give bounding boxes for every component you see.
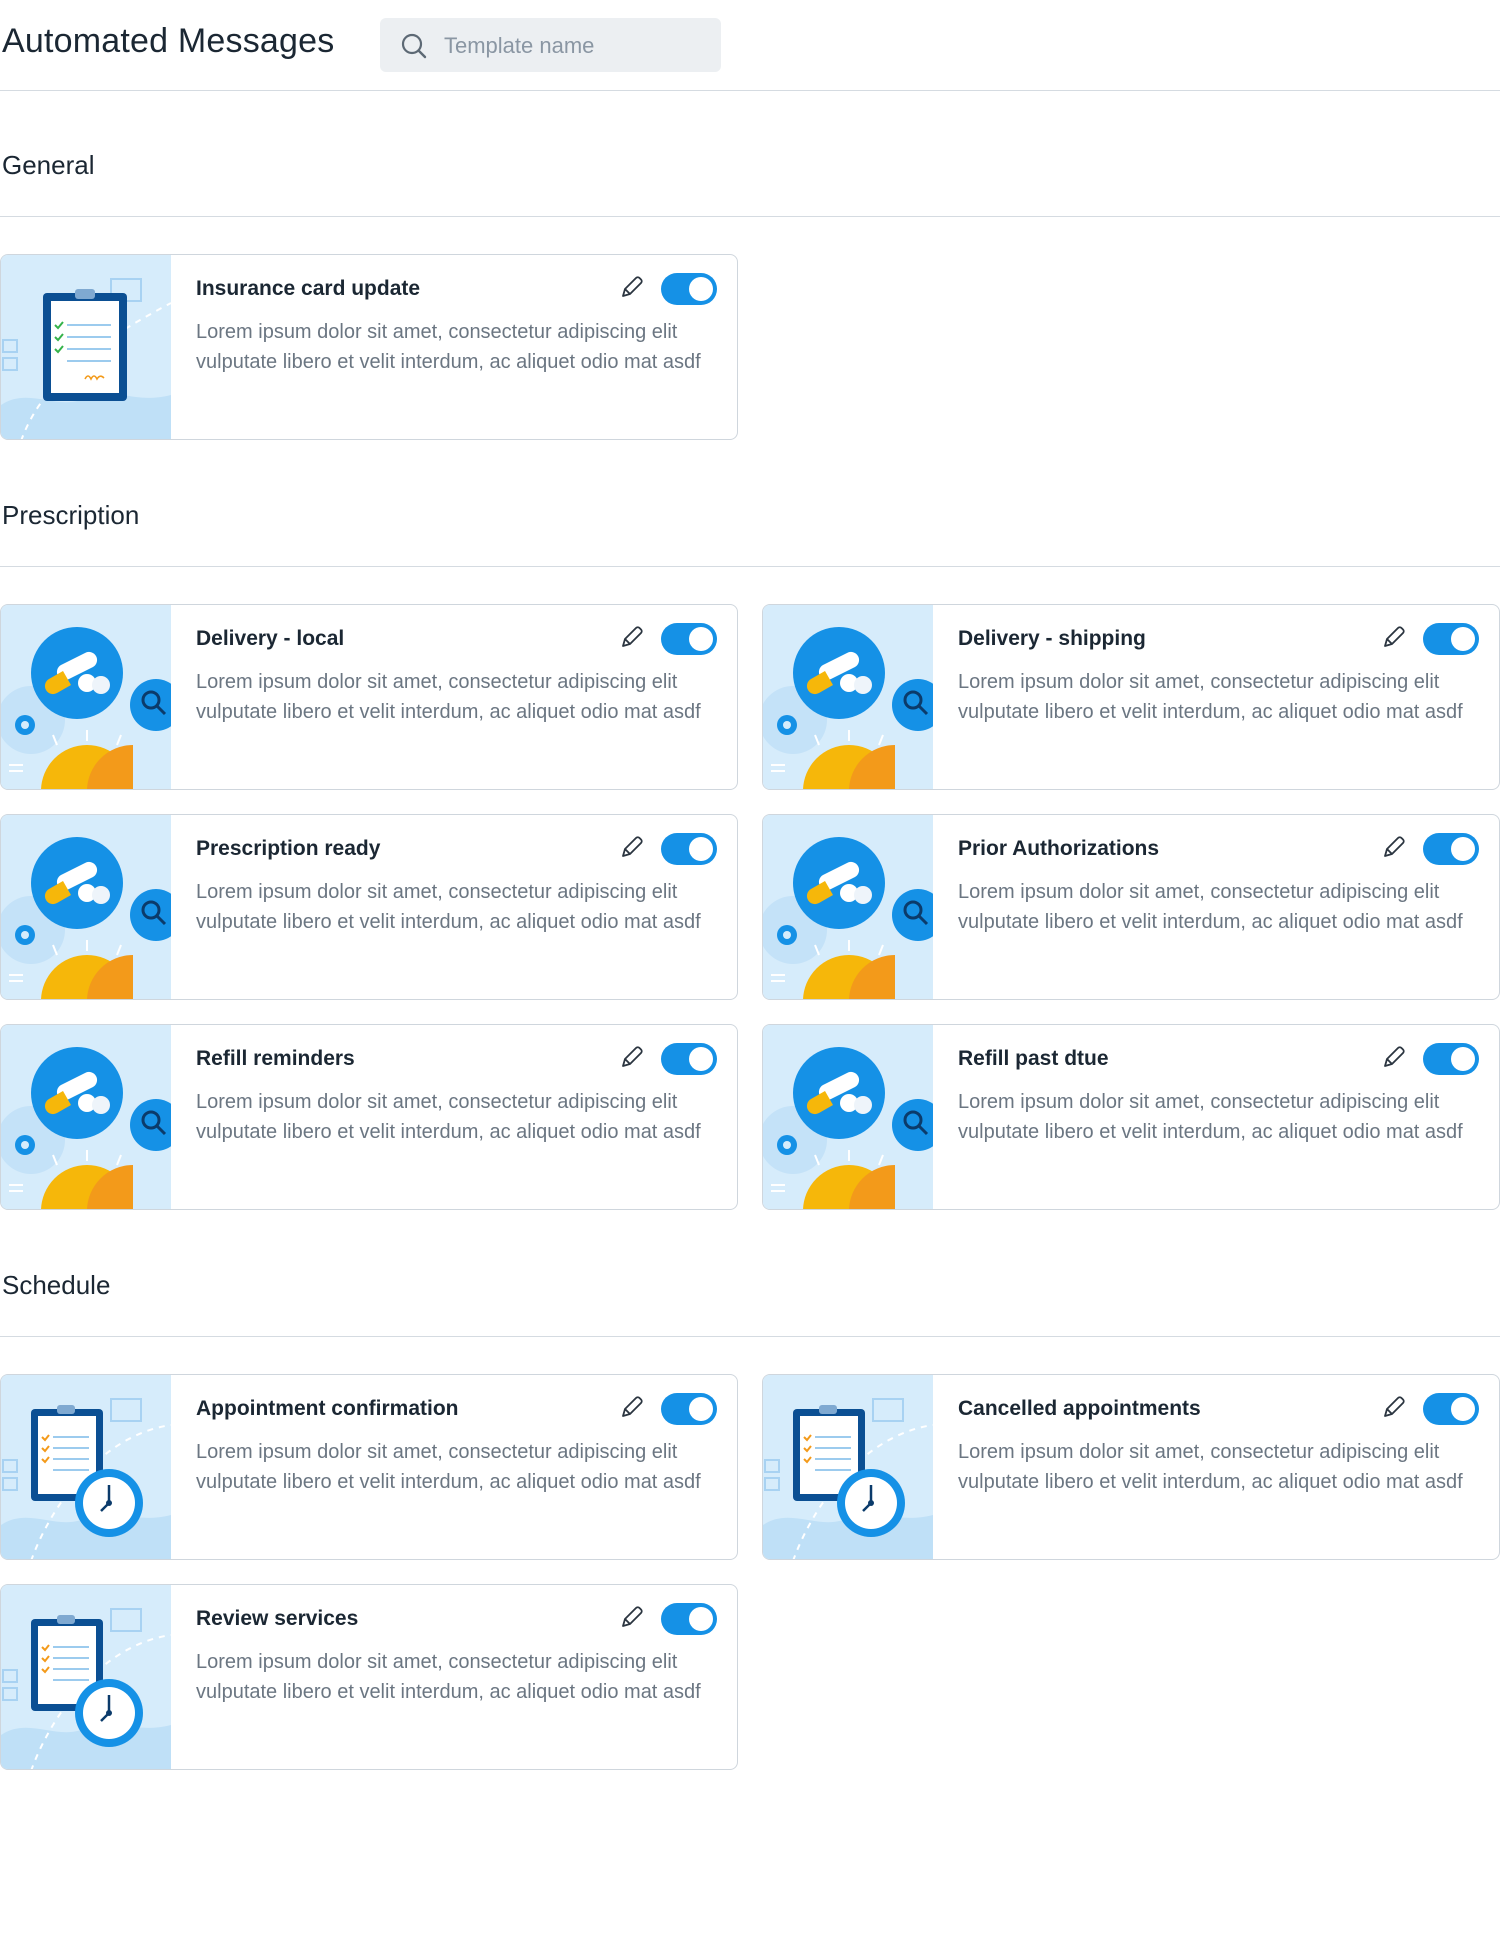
pencil-icon[interactable] [1378,1393,1408,1423]
enable-toggle[interactable] [661,1603,717,1635]
pencil-icon[interactable] [616,623,646,653]
card-description: Lorem ipsum dolor sit amet, consectetur … [196,1441,701,1493]
card-title: Refill past dtue [958,1047,1109,1070]
enable-toggle[interactable] [661,623,717,655]
page-header: Automated Messages [0,0,1500,91]
card-description: Lorem ipsum dolor sit amet, consectetur … [196,1651,701,1703]
card-title: Review services [196,1607,359,1630]
clipboard-clock-illustration [1,1375,171,1559]
pills-illustration [763,815,933,999]
pencil-icon[interactable] [1378,623,1408,653]
enable-toggle[interactable] [1423,623,1479,655]
pencil-icon[interactable] [616,1043,646,1073]
template-card-insurance-card-update[interactable]: Insurance card update Lorem ipsum dolor … [0,254,738,440]
card-description: Lorem ipsum dolor sit amet, consectetur … [196,1091,701,1143]
card-title: Delivery - shipping [958,627,1146,650]
card-description: Lorem ipsum dolor sit amet, consectetur … [196,321,701,373]
template-card-prescription-ready[interactable]: Prescription ready Lorem ipsum dolor sit… [0,814,738,1000]
page-title: Automated Messages [2,22,335,60]
template-card-delivery-local[interactable]: Delivery - local Lorem ipsum dolor sit a… [0,604,738,790]
pencil-icon[interactable] [1378,833,1408,863]
card-description: Lorem ipsum dolor sit amet, consectetur … [958,671,1463,723]
pencil-icon[interactable] [1378,1043,1408,1073]
section-divider [0,1336,1500,1337]
enable-toggle[interactable] [1423,1043,1479,1075]
clipboard-clock-illustration [763,1375,933,1559]
pills-illustration [1,815,171,999]
clipboard-illustration [1,255,171,439]
pencil-icon[interactable] [616,1603,646,1633]
card-description: Lorem ipsum dolor sit amet, consectetur … [958,1091,1463,1143]
pills-illustration [763,605,933,789]
template-card-cancelled-appointments[interactable]: Cancelled appointments Lorem ipsum dolor… [762,1374,1500,1560]
toggle-knob [689,1397,713,1421]
card-description: Lorem ipsum dolor sit amet, consectetur … [958,881,1463,933]
pencil-icon[interactable] [616,273,646,303]
template-card-appointment-confirmation[interactable]: Appointment confirmation Lorem ipsum dol… [0,1374,738,1560]
toggle-knob [1451,627,1475,651]
search-input[interactable] [442,30,706,62]
card-title: Cancelled appointments [958,1397,1201,1420]
card-title: Delivery - local [196,627,345,650]
toggle-knob [689,1047,713,1071]
card-description: Lorem ipsum dolor sit amet, consectetur … [958,1441,1463,1493]
search-icon [401,33,427,59]
toggle-knob [689,837,713,861]
card-title: Prescription ready [196,837,381,860]
pencil-icon[interactable] [616,833,646,863]
enable-toggle[interactable] [661,1393,717,1425]
enable-toggle[interactable] [661,273,717,305]
toggle-knob [1451,1397,1475,1421]
enable-toggle[interactable] [1423,1393,1479,1425]
section-title-general: General [2,150,95,180]
toggle-knob [689,627,713,651]
card-title: Refill reminders [196,1047,355,1070]
pills-illustration [763,1025,933,1209]
pills-illustration [1,605,171,789]
card-title: Prior Authorizations [958,837,1160,860]
toggle-knob [1451,1047,1475,1071]
template-card-refill-past-due[interactable]: Refill past dtue Lorem ipsum dolor sit a… [762,1024,1500,1210]
pencil-icon[interactable] [616,1393,646,1423]
enable-toggle[interactable] [661,833,717,865]
card-description: Lorem ipsum dolor sit amet, consectetur … [196,671,701,723]
pills-illustration [1,1025,171,1209]
enable-toggle[interactable] [661,1043,717,1075]
section-divider [0,216,1500,217]
section-divider [0,566,1500,567]
template-card-prior-authorizations[interactable]: Prior Authorizations Lorem ipsum dolor s… [762,814,1500,1000]
template-card-review-services[interactable]: Review services Lorem ipsum dolor sit am… [0,1584,738,1770]
template-card-delivery-shipping[interactable]: Delivery - shipping Lorem ipsum dolor si… [762,604,1500,790]
template-card-refill-reminders[interactable]: Refill reminders Lorem ipsum dolor sit a… [0,1024,738,1210]
section-title-prescription: Prescription [2,500,140,530]
toggle-knob [689,1607,713,1631]
card-title: Insurance card update [196,277,421,300]
toggle-knob [689,277,713,301]
clipboard-clock-illustration [1,1585,171,1769]
toggle-knob [1451,837,1475,861]
section-title-schedule: Schedule [2,1270,111,1300]
card-description: Lorem ipsum dolor sit amet, consectetur … [196,881,701,933]
card-title: Appointment confirmation [196,1397,459,1420]
enable-toggle[interactable] [1423,833,1479,865]
search-box[interactable] [380,18,721,72]
